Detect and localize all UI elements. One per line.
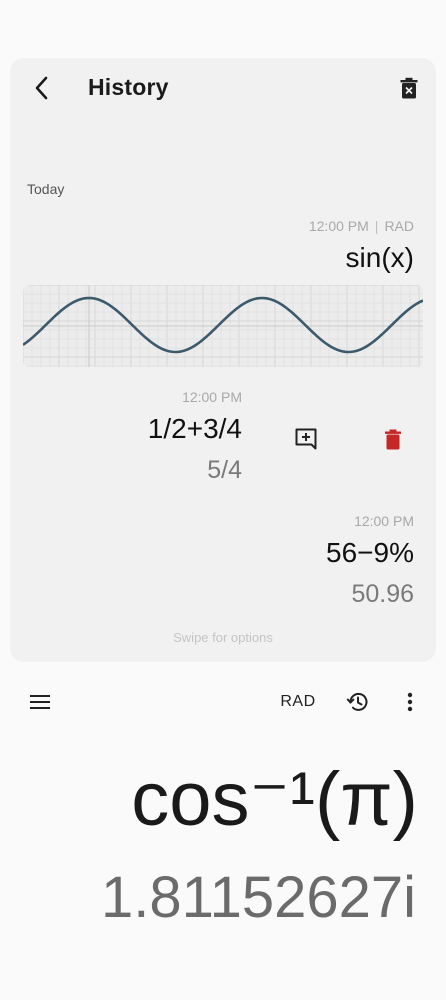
more-vertical-icon: [407, 692, 413, 712]
graph-plot: [23, 285, 423, 367]
swipe-hint: Swipe for options: [173, 630, 273, 645]
item-time: 12:00 PM: [308, 218, 369, 234]
meta-separator: |: [374, 218, 379, 234]
insert-button[interactable]: [291, 424, 321, 454]
history-icon: [346, 692, 368, 711]
more-options-button[interactable]: [398, 690, 422, 714]
trash-icon: [400, 77, 418, 99]
history-button[interactable]: [344, 688, 372, 716]
trash-icon: [385, 429, 401, 449]
function-graph[interactable]: [23, 285, 423, 367]
page-title: History: [88, 74, 169, 100]
clear-history-button[interactable]: [396, 74, 422, 102]
menu-button[interactable]: [26, 690, 54, 714]
add-comment-icon: [295, 428, 317, 450]
section-label: Today: [27, 181, 65, 197]
history-result[interactable]: 5/4: [207, 456, 242, 485]
back-button[interactable]: [28, 72, 56, 104]
back-arrow-icon: [35, 76, 48, 100]
history-panel: History Today 12:00 PM | RAD sin(x) 12:00 …: [10, 58, 436, 662]
sine-curve: [23, 296, 423, 354]
history-expression[interactable]: sin(x): [346, 242, 414, 274]
item-time: 12:00 PM: [182, 389, 242, 405]
display-expression[interactable]: cos⁻¹(π): [131, 758, 418, 842]
delete-item-button[interactable]: [379, 424, 407, 454]
display-result[interactable]: 1.81152627i: [101, 866, 416, 930]
history-expression[interactable]: 1/2+3/4: [148, 413, 242, 445]
item-time: 12:00 PM: [354, 513, 414, 529]
item-mode: RAD: [384, 218, 414, 234]
history-expression[interactable]: 56−9%: [326, 537, 414, 569]
history-item-meta: 12:00 PM | RAD: [309, 218, 414, 234]
hamburger-icon: [30, 695, 50, 709]
angle-mode-toggle[interactable]: RAD: [272, 690, 324, 714]
history-result[interactable]: 50.96: [351, 580, 414, 609]
